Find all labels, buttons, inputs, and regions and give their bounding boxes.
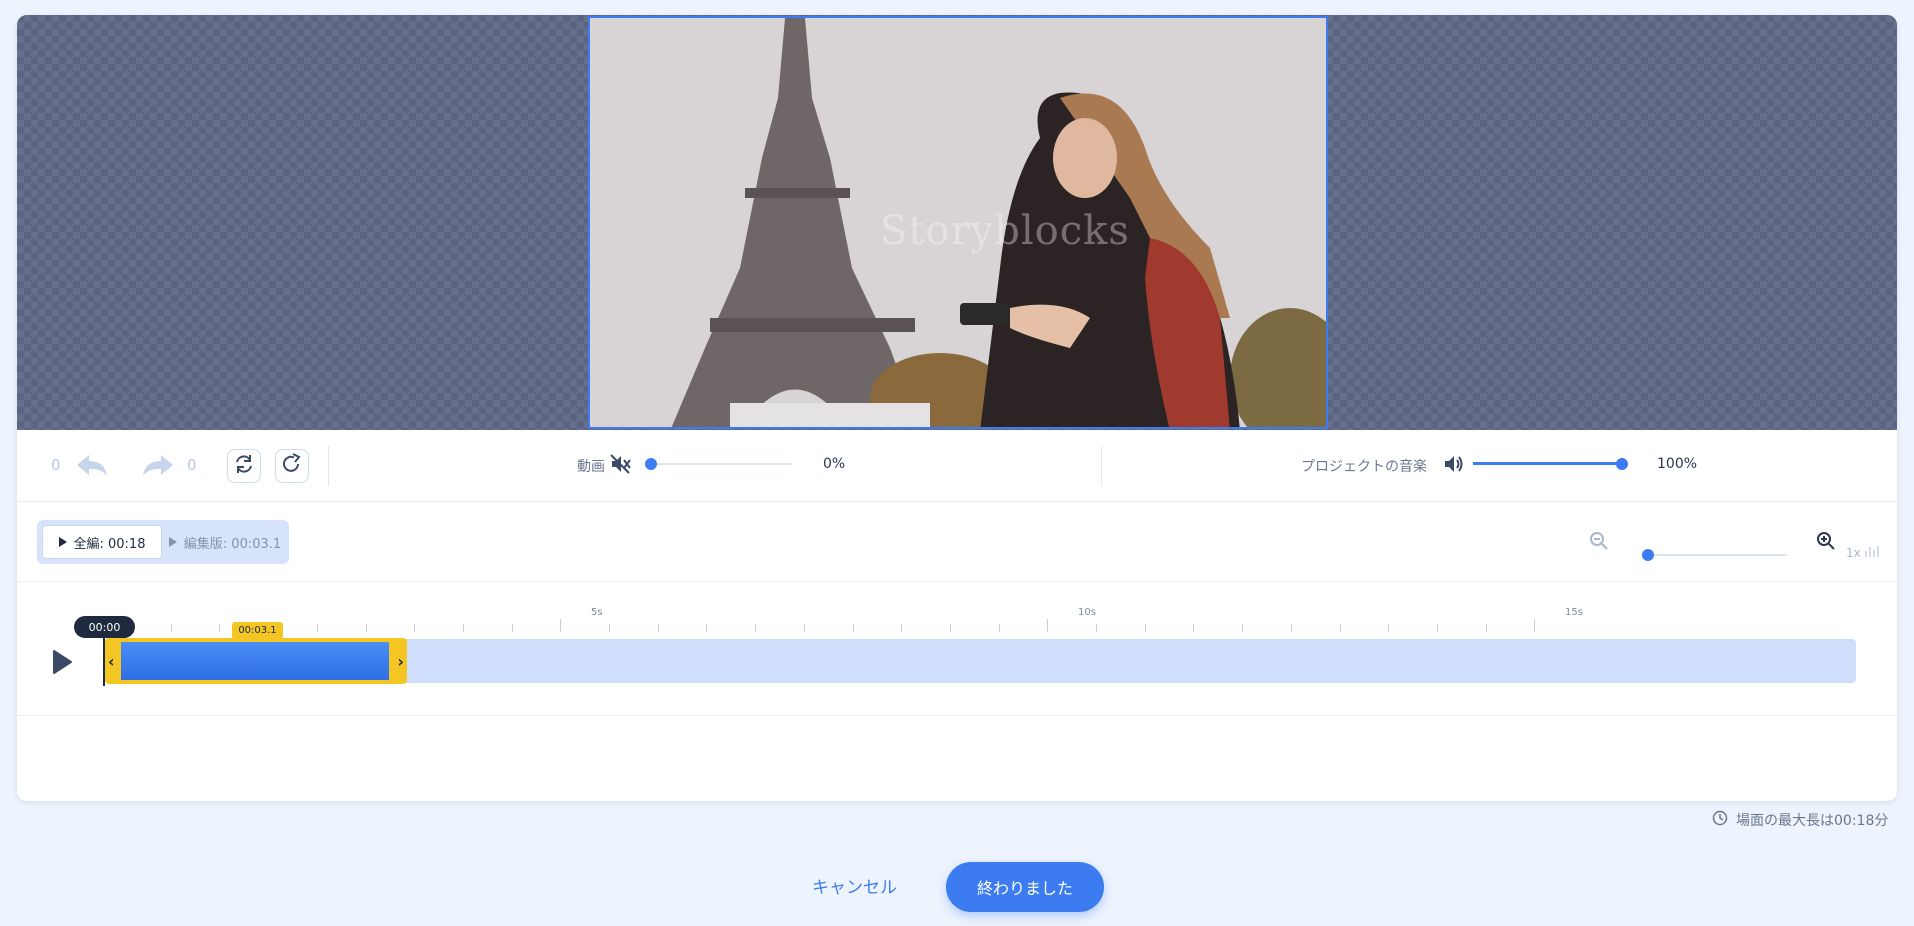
ruler-tick — [901, 624, 902, 632]
trim-start-handle[interactable]: ‹ — [108, 652, 115, 671]
ruler-tick — [853, 624, 854, 632]
ruler-tick — [171, 624, 172, 632]
max-length-note: 場面の最大長は00:18分 — [1712, 810, 1888, 830]
zoom-level: 1x — [1846, 546, 1861, 560]
ruler-tick — [999, 624, 1000, 632]
watermark-text: Storyblocks — [880, 208, 1130, 254]
play-icon[interactable] — [51, 649, 73, 679]
ruler-tick — [1047, 619, 1048, 632]
divider — [17, 715, 1897, 716]
refresh-icon — [233, 453, 255, 479]
ruler-tick — [1340, 624, 1341, 632]
play-full-label: 全編: 00:18 — [73, 536, 146, 552]
ruler-tick — [658, 624, 659, 632]
ruler-tick — [1437, 624, 1438, 632]
ruler-tick — [463, 624, 464, 632]
divider — [328, 446, 329, 486]
zoom-knob[interactable] — [1642, 549, 1654, 561]
ruler-tick — [366, 624, 367, 632]
undo-count: 0 — [51, 456, 61, 474]
tick-label: 5s — [591, 607, 603, 618]
video-volume-value: 0% — [823, 456, 846, 472]
video-volume-track[interactable] — [649, 463, 791, 465]
ruler-tick — [1145, 624, 1146, 632]
play-full-button[interactable]: 全編: 00:18 — [42, 525, 162, 559]
ruler-tick — [1096, 624, 1097, 632]
play-icon — [58, 537, 67, 547]
mute-icon[interactable] — [610, 454, 632, 478]
ruler-tick — [1242, 624, 1243, 632]
zoom-track[interactable] — [1647, 554, 1787, 556]
ruler-tick — [1534, 619, 1535, 632]
ruler-tick — [755, 624, 756, 632]
editor-card: Storyblocks 0 0 動画 0% プロジェクトの音楽 100% 全編:… — [17, 15, 1897, 801]
replace-button[interactable] — [227, 449, 261, 483]
rotate-icon — [281, 453, 303, 479]
waveform-icon[interactable] — [1864, 544, 1882, 563]
cancel-button[interactable]: キャンセル — [812, 873, 897, 898]
selected-clip-range[interactable]: ‹ › — [105, 638, 407, 684]
ruler-tick — [219, 624, 220, 632]
ruler-tick — [560, 619, 561, 632]
divider — [1101, 446, 1102, 486]
playback-toggle: 全編: 00:18 編集版: 00:03.1 — [37, 520, 289, 564]
ruler-tick — [1291, 624, 1292, 632]
music-volume-fill — [1473, 462, 1621, 465]
play-icon — [168, 537, 177, 547]
timeline: 5s 10s 15s ‹ › 00:03.1 00:00 — [17, 582, 1897, 801]
preview-stage: Storyblocks — [17, 15, 1897, 430]
timeline-toolbar: 全編: 00:18 編集版: 00:03.1 1x — [17, 502, 1897, 582]
zoom-out-icon[interactable] — [1589, 531, 1609, 555]
redo-icon[interactable] — [141, 452, 175, 482]
video-volume-knob[interactable] — [645, 458, 657, 470]
ruler-tick — [1193, 624, 1194, 632]
ruler-tick — [804, 624, 805, 632]
tick-label: 10s — [1078, 607, 1096, 618]
clock-icon — [1712, 810, 1728, 830]
video-volume-label: 動画 — [577, 459, 605, 475]
clip-duration-badge: 00:03.1 — [232, 622, 283, 639]
max-length-text: 場面の最大長は00:18分 — [1736, 813, 1889, 829]
ruler-tick — [317, 624, 318, 632]
trim-end-handle[interactable]: › — [397, 652, 404, 671]
speaker-icon[interactable] — [1443, 454, 1465, 478]
playhead-time: 00:00 — [74, 616, 135, 638]
zoom-in-icon[interactable] — [1816, 531, 1836, 555]
music-volume-value: 100% — [1657, 456, 1698, 472]
ruler-tick — [1388, 624, 1389, 632]
ruler-tick — [609, 624, 610, 632]
play-edited-button[interactable]: 編集版: 00:03.1 — [165, 525, 285, 559]
playhead[interactable] — [103, 636, 105, 686]
ruler-tick — [706, 624, 707, 632]
video-preview[interactable]: Storyblocks — [588, 16, 1328, 429]
controls-bar: 0 0 動画 0% プロジェクトの音楽 100% — [17, 430, 1897, 502]
music-volume-knob[interactable] — [1616, 458, 1628, 470]
ruler-tick — [414, 624, 415, 632]
tick-label: 15s — [1565, 607, 1583, 618]
music-volume-label: プロジェクトの音楽 — [1301, 459, 1427, 475]
ruler-tick — [512, 624, 513, 632]
ruler-tick — [1486, 624, 1487, 632]
selected-clip-body[interactable] — [121, 642, 389, 680]
undo-icon[interactable] — [75, 452, 109, 482]
play-edited-label: 編集版: 00:03.1 — [183, 536, 282, 552]
redo-count: 0 — [187, 456, 197, 474]
ruler-tick — [950, 624, 951, 632]
done-button[interactable]: 終わりました — [946, 862, 1104, 912]
rotate-button[interactable] — [275, 449, 309, 483]
